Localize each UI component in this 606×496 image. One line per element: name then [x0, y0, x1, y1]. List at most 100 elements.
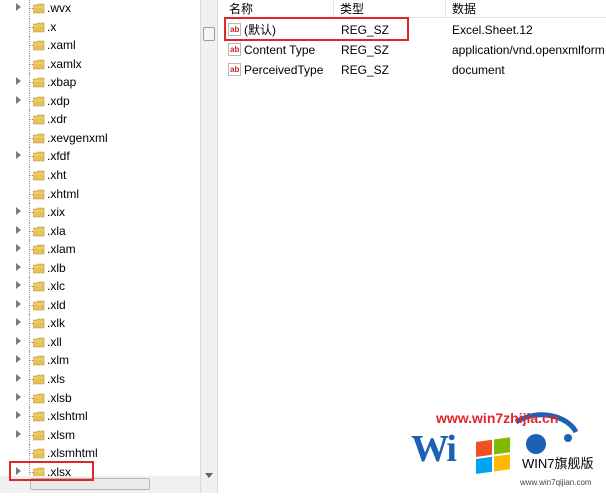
- folder-icon: [32, 317, 45, 329]
- tree-item[interactable]: .xfdf: [0, 147, 200, 166]
- tree-item[interactable]: .xlshtml: [0, 407, 200, 426]
- tree-item[interactable]: .x: [0, 17, 200, 36]
- tree-item[interactable]: .xlc: [0, 277, 200, 296]
- tree-item-label: .xlsb: [47, 390, 72, 405]
- value-type: REG_SZ: [341, 43, 390, 57]
- tree-item[interactable]: .xdr: [0, 110, 200, 129]
- tree-item-label: .xla: [47, 223, 66, 238]
- tree-item[interactable]: .xlsmhtml: [0, 444, 200, 463]
- expand-arrow-icon[interactable]: [16, 3, 21, 11]
- tree-item[interactable]: .xlsb: [0, 388, 200, 407]
- watermark-brand: WIN7旗舰版: [522, 456, 594, 471]
- expand-arrow-icon[interactable]: [16, 336, 21, 345]
- tree-item[interactable]: .xhtml: [0, 184, 200, 203]
- expand-arrow-icon[interactable]: [16, 355, 21, 364]
- expand-arrow-icon[interactable]: [16, 411, 21, 420]
- folder-icon: [32, 410, 45, 422]
- expand-arrow-icon[interactable]: [16, 151, 21, 160]
- tree-item-label: .xdp: [47, 93, 70, 108]
- expand-arrow-icon[interactable]: [16, 77, 21, 86]
- expand-arrow-icon[interactable]: [16, 392, 21, 401]
- folder-icon: [32, 225, 45, 237]
- tree-item[interactable]: .xla: [0, 221, 200, 240]
- tree-item[interactable]: .wvx: [0, 0, 200, 17]
- folder-icon: [32, 169, 45, 181]
- tree-item-label: .xevgenxml: [47, 130, 108, 145]
- expand-arrow-icon[interactable]: [16, 207, 21, 216]
- string-value-icon: ab: [228, 63, 241, 76]
- column-header-type[interactable]: 类型: [334, 0, 446, 18]
- tree-item[interactable]: .xevgenxml: [0, 128, 200, 147]
- tree-item-label: .xlm: [47, 353, 69, 368]
- tree-item-label: .xll: [47, 334, 62, 349]
- tree-item-label: .xlsm: [47, 427, 75, 442]
- value-name: Content Type: [244, 43, 316, 57]
- tree-item[interactable]: .xlam: [0, 240, 200, 259]
- expand-arrow-icon[interactable]: [16, 281, 21, 290]
- tree-item[interactable]: .xlk: [0, 314, 200, 333]
- column-header-data[interactable]: 数据: [446, 0, 606, 18]
- column-header-name[interactable]: 名称: [223, 0, 334, 18]
- value-row[interactable]: ab PerceivedType REG_SZ document: [223, 60, 606, 80]
- tree-item[interactable]: .xbap: [0, 73, 200, 92]
- watermark-url: www.win7zhijia.cn: [436, 410, 559, 426]
- tree-item-label: .xlsmhtml: [47, 446, 98, 461]
- tree-scroll-thumb[interactable]: [203, 27, 215, 41]
- tree-item-label: .xlshtml: [47, 409, 88, 424]
- tree-item[interactable]: .xld: [0, 295, 200, 314]
- tree-item-label: .xfdf: [47, 149, 70, 164]
- tree-vertical-scrollbar[interactable]: [200, 0, 217, 493]
- folder-icon: [32, 299, 45, 311]
- tree-item[interactable]: .xlsm: [0, 425, 200, 444]
- folder-icon: [32, 262, 45, 274]
- value-row[interactable]: ab Content Type REG_SZ application/vnd.o…: [223, 40, 606, 60]
- tree-item[interactable]: .xaml: [0, 36, 200, 55]
- tree-item-label: .xlb: [47, 260, 66, 275]
- tree-item-label: .xls: [47, 372, 65, 386]
- folder-icon: [32, 243, 45, 255]
- value-type: REG_SZ: [341, 63, 390, 77]
- tree-item-label: .xld: [47, 297, 66, 312]
- folder-icon: [32, 76, 45, 88]
- tree-item-label: .xamlx: [47, 56, 82, 71]
- tree-item[interactable]: .xdp: [0, 91, 200, 110]
- expand-arrow-icon[interactable]: [16, 244, 21, 253]
- folder-icon: [32, 95, 45, 107]
- folder-icon: [32, 188, 45, 200]
- folder-icon: [32, 429, 45, 441]
- watermark-small-url: www.win7qijian.com: [520, 478, 592, 487]
- tree-item[interactable]: .xlb: [0, 258, 200, 277]
- tree-item[interactable]: .xll: [0, 332, 200, 351]
- expand-arrow-icon[interactable]: [16, 299, 21, 308]
- expand-arrow-icon[interactable]: [16, 318, 21, 327]
- expand-arrow-icon[interactable]: [16, 95, 21, 104]
- folder-icon: [32, 373, 45, 385]
- tree-item-label: .x: [47, 19, 57, 34]
- value-data: Excel.Sheet.12: [452, 23, 533, 37]
- registry-tree[interactable]: .wvx .x .xaml .xamlx .xbap .xdp .xdr .xevgenxml…: [0, 0, 200, 493]
- xlsx-key-highlight: [9, 461, 94, 481]
- folder-icon: [32, 206, 45, 218]
- value-data: application/vnd.openxmlform: [452, 43, 605, 57]
- tree-item-label: .xlam: [47, 242, 76, 257]
- watermark-logo-text: Wi: [411, 428, 457, 470]
- tree-item[interactable]: .xht: [0, 165, 200, 184]
- tree-item-label: .xix: [47, 205, 65, 220]
- tree-item[interactable]: .xlm: [0, 351, 200, 370]
- tree-item[interactable]: .xix: [0, 203, 200, 222]
- expand-arrow-icon[interactable]: [16, 262, 21, 271]
- folder-icon: [32, 150, 45, 162]
- expand-arrow-icon[interactable]: [16, 225, 21, 234]
- value-name: PerceivedType: [244, 63, 324, 77]
- value-data: document: [452, 63, 505, 77]
- expand-arrow-icon[interactable]: [16, 374, 21, 382]
- scroll-down-arrow-icon[interactable]: [205, 473, 213, 478]
- tree-item[interactable]: .xls: [0, 370, 200, 388]
- folder-icon: [32, 2, 45, 14]
- string-value-icon: ab: [228, 43, 241, 56]
- folder-icon: [32, 447, 45, 459]
- tree-item-label: .xaml: [47, 38, 76, 53]
- folder-icon: [32, 58, 45, 70]
- tree-item[interactable]: .xamlx: [0, 54, 200, 73]
- expand-arrow-icon[interactable]: [16, 429, 21, 438]
